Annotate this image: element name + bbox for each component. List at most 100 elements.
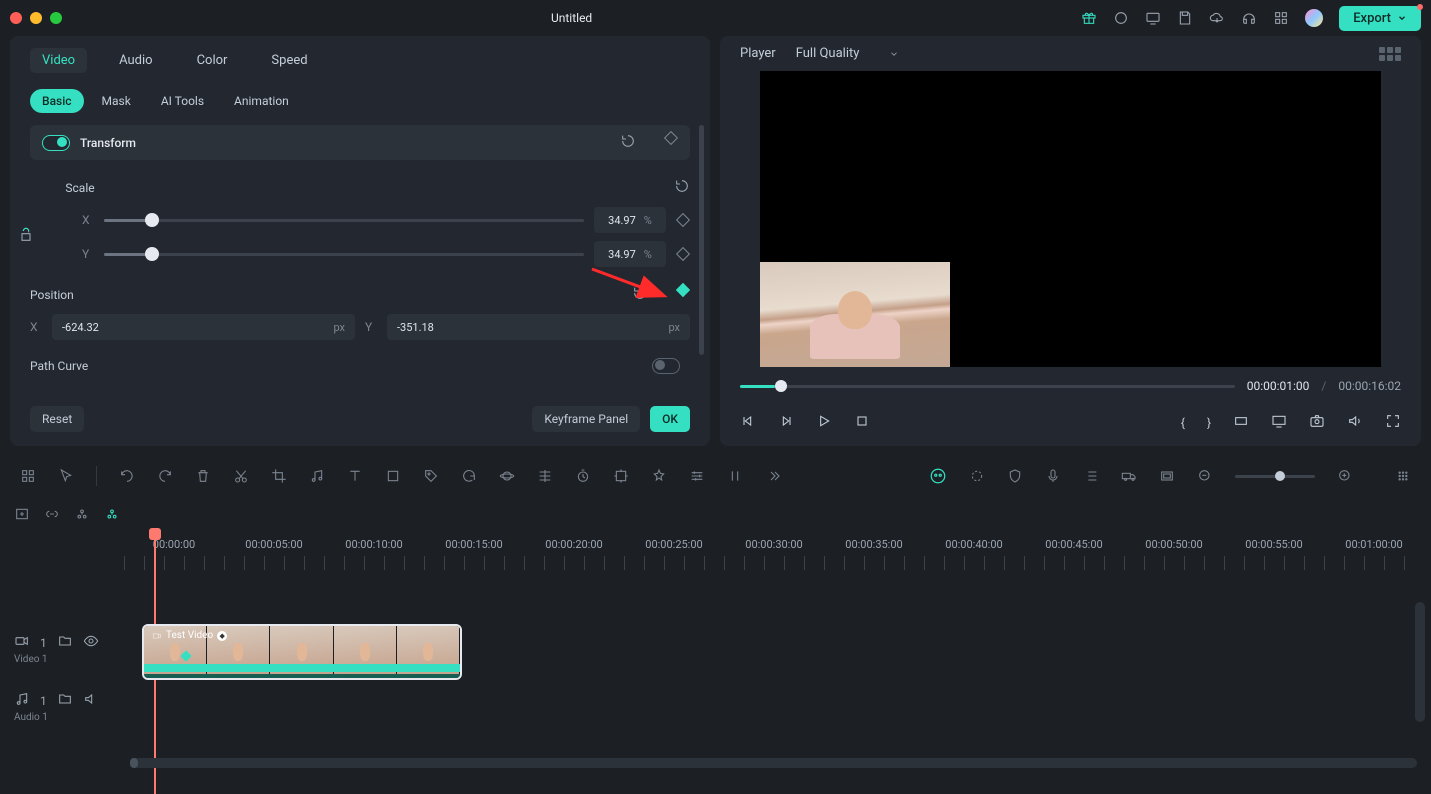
scale-x-value[interactable]: 34.97% [594, 207, 666, 233]
subtab-basic[interactable]: Basic [30, 89, 84, 113]
tool-select-icon[interactable] [58, 468, 74, 484]
tab-audio[interactable]: Audio [107, 48, 164, 73]
text-icon[interactable] [347, 468, 363, 484]
video-track-lane[interactable]: Test Video◆ [124, 624, 1417, 674]
volume-icon[interactable] [1347, 413, 1363, 432]
tab-video[interactable]: Video [30, 48, 87, 73]
tab-speed[interactable]: Speed [259, 48, 319, 73]
display-settings-icon[interactable] [1271, 413, 1287, 432]
subtab-animation[interactable]: Animation [222, 89, 301, 113]
property-scrollbar[interactable] [699, 125, 704, 355]
reset-scale-icon[interactable] [674, 178, 690, 197]
scale-y-value[interactable]: 34.97% [594, 241, 666, 267]
pos-x-input[interactable]: -624.32px [52, 314, 355, 340]
gift-icon[interactable] [1081, 10, 1097, 26]
zoom-in-icon[interactable] [1337, 468, 1353, 484]
frame2-icon[interactable] [1159, 468, 1175, 484]
position-keyframe-icon[interactable] [676, 285, 690, 304]
scale-x-slider[interactable] [104, 219, 584, 222]
zoom-out-icon[interactable] [1197, 468, 1213, 484]
list-icon[interactable] [1083, 468, 1099, 484]
scale-x-keyframe-icon[interactable] [676, 215, 690, 225]
timeline-ruler[interactable]: 00:00:0000:00:05:0000:00:10:0000:00:15:0… [124, 534, 1417, 574]
close-icon[interactable] [10, 12, 22, 24]
lock-aspect-icon[interactable] [18, 227, 34, 246]
reset-button[interactable]: Reset [30, 406, 84, 432]
ok-button[interactable]: OK [650, 406, 690, 432]
cloud-icon[interactable] [1209, 10, 1225, 26]
transform-toggle[interactable] [42, 135, 70, 151]
truck-icon[interactable] [1121, 468, 1137, 484]
link-icon[interactable] [44, 506, 60, 525]
timer-icon[interactable] [575, 468, 591, 484]
delete-icon[interactable] [195, 468, 211, 484]
apps-icon[interactable] [1273, 10, 1289, 26]
export-button[interactable]: Export [1339, 6, 1421, 31]
tab-color[interactable]: Color [185, 48, 240, 73]
avatar[interactable] [1305, 9, 1323, 27]
reload-icon[interactable] [461, 468, 477, 484]
zoom-slider[interactable] [1235, 475, 1315, 478]
play-icon[interactable] [816, 413, 832, 432]
subtab-ai-tools[interactable]: AI Tools [149, 89, 216, 113]
shield-icon[interactable] [1007, 468, 1023, 484]
prev-frame-icon[interactable] [740, 413, 756, 432]
transform-keyframe-icon[interactable] [664, 133, 678, 152]
headphones-icon[interactable] [1241, 10, 1257, 26]
more-icon[interactable] [765, 468, 781, 484]
aspect-icon[interactable] [1233, 413, 1249, 432]
eye-icon[interactable] [83, 633, 99, 652]
path-curve-toggle[interactable] [652, 358, 680, 374]
video-clip[interactable]: Test Video◆ [142, 624, 462, 680]
redo-icon[interactable] [157, 468, 173, 484]
keys-icon[interactable] [74, 506, 90, 525]
subtab-mask[interactable]: Mask [90, 89, 143, 113]
minimize-icon[interactable] [30, 12, 42, 24]
frame-icon[interactable] [385, 468, 401, 484]
quality-selector[interactable]: Full Quality [796, 46, 900, 61]
record-icon[interactable] [1113, 10, 1129, 26]
pause-icon[interactable] [727, 468, 743, 484]
timeline-hscroll[interactable] [130, 758, 1417, 768]
export-target-icon[interactable] [613, 468, 629, 484]
snapshot-icon[interactable] [1309, 413, 1325, 432]
audio-track-lane[interactable] [124, 682, 1417, 732]
next-frame-icon[interactable] [778, 413, 794, 432]
player-canvas[interactable] [760, 71, 1381, 367]
add-track-icon[interactable] [14, 506, 30, 525]
view-layout-icon[interactable] [1379, 47, 1401, 61]
dashed-circle-icon[interactable] [969, 468, 985, 484]
music-icon[interactable] [309, 468, 325, 484]
ai-assist-icon[interactable] [929, 467, 947, 485]
effect-icon[interactable] [651, 468, 667, 484]
folder-icon[interactable] [57, 633, 73, 652]
reset-position-icon[interactable] [632, 285, 648, 304]
maximize-icon[interactable] [50, 12, 62, 24]
mark-out-icon[interactable]: } [1207, 416, 1211, 430]
save-icon[interactable] [1177, 10, 1193, 26]
crop-icon[interactable] [271, 468, 287, 484]
settings-icon[interactable] [689, 468, 705, 484]
fullscreen-icon[interactable] [1385, 413, 1401, 432]
planet-icon[interactable] [499, 468, 515, 484]
keyframe-panel-button[interactable]: Keyframe Panel [532, 406, 640, 432]
reset-transform-icon[interactable] [620, 133, 636, 152]
scale-y-keyframe-icon[interactable] [676, 249, 690, 259]
display-icon[interactable] [1145, 10, 1161, 26]
scale-y-slider[interactable] [104, 253, 584, 256]
speaker-icon[interactable] [83, 691, 99, 710]
mark-in-icon[interactable]: { [1181, 416, 1185, 430]
tool-grid-icon[interactable] [20, 468, 36, 484]
mic-icon[interactable] [1045, 468, 1061, 484]
seekbar[interactable] [740, 385, 1235, 388]
stop-icon[interactable] [854, 413, 870, 432]
undo-icon[interactable] [119, 468, 135, 484]
timeline-vscroll[interactable] [1415, 602, 1425, 722]
magnet-icon[interactable] [104, 506, 120, 525]
grid-view-icon[interactable] [1395, 468, 1411, 484]
folder-icon[interactable] [57, 691, 73, 710]
cut-icon[interactable] [233, 468, 249, 484]
pos-y-input[interactable]: -351.18px [387, 314, 690, 340]
tag-icon[interactable] [423, 468, 439, 484]
align-icon[interactable] [537, 468, 553, 484]
